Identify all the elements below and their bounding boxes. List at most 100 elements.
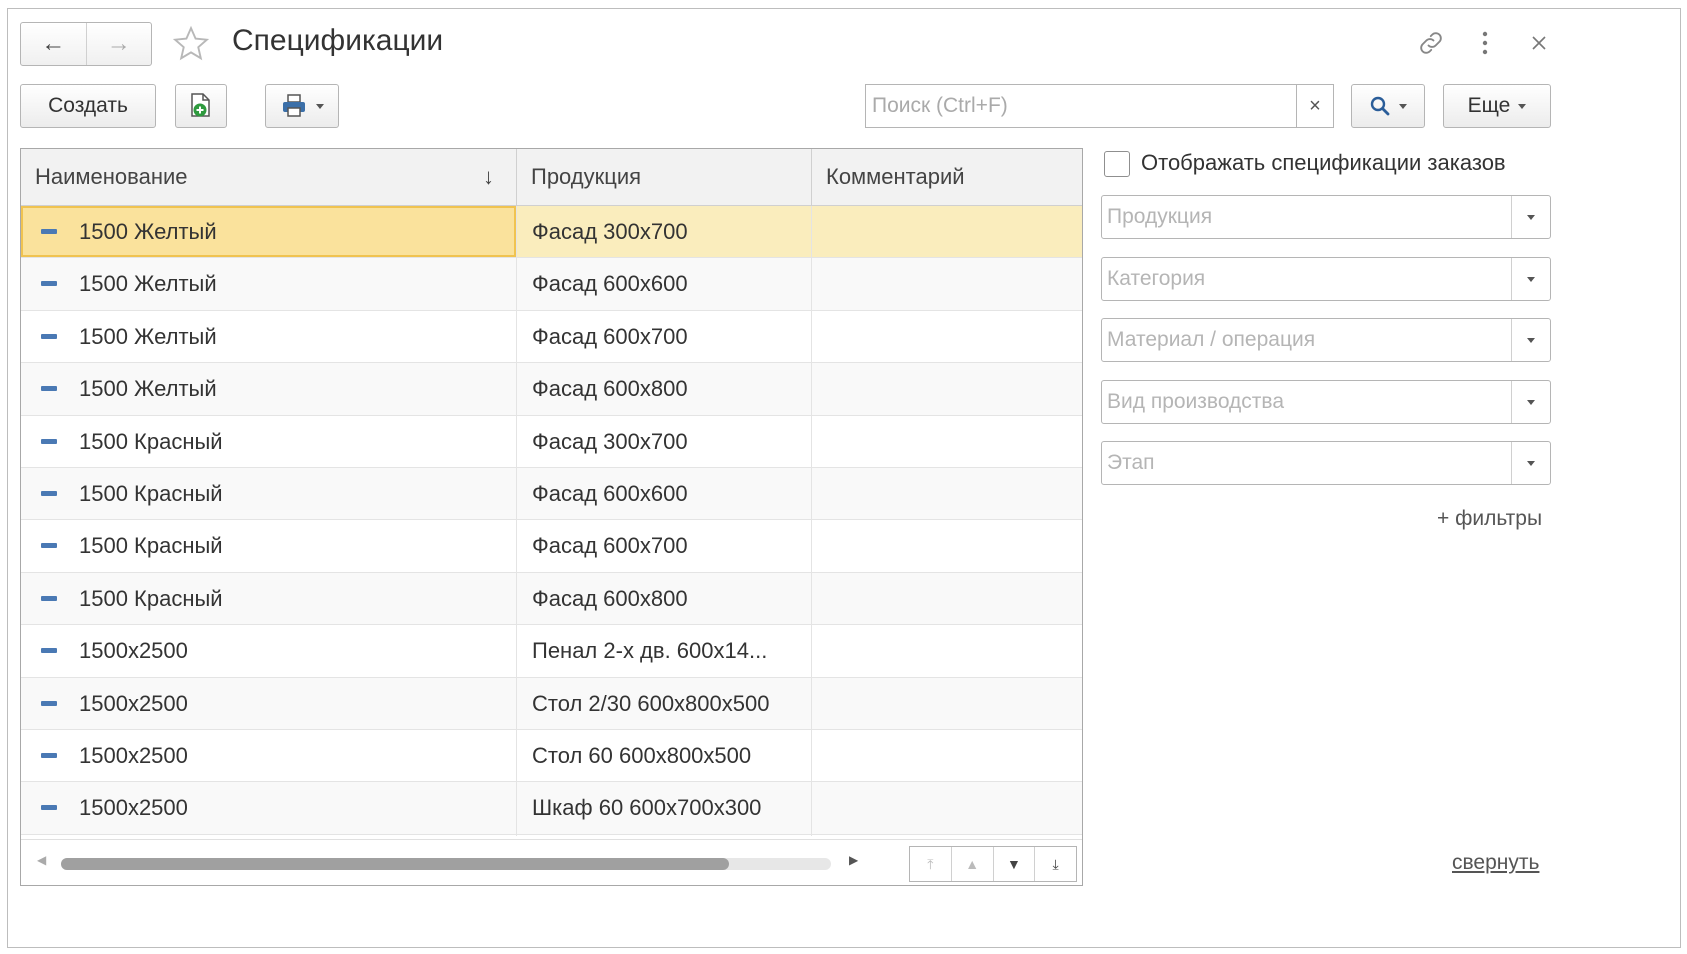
back-button[interactable]: ← (21, 23, 86, 65)
cell-name: 1500 Желтый (79, 323, 217, 349)
filter-stage-field[interactable]: Этап (1101, 441, 1551, 485)
row-marker-icon (41, 491, 57, 496)
cell-name: 1500 Желтый (79, 271, 217, 297)
table-row[interactable]: 1500x2500 Стол 60 600x800x500 (21, 730, 1082, 783)
filter-placeholder: Вид производства (1107, 390, 1285, 413)
cell-name: 1500x2500 (79, 743, 188, 768)
create-button[interactable]: Создать (20, 84, 156, 128)
more-button-label: Еще (1467, 94, 1511, 117)
filter-placeholder: Категория (1107, 267, 1206, 290)
cell-product: Стол 2/30 600x800x500 (532, 690, 770, 716)
close-icon[interactable] (1530, 34, 1548, 52)
create-button-label: Создать (48, 94, 128, 117)
dropdown-caret-icon (1518, 103, 1527, 109)
cell-name: 1500 Красный (79, 585, 223, 611)
row-marker-icon (41, 229, 57, 234)
cell-name: 1500 Желтый (79, 219, 217, 244)
show-order-specs-checkbox[interactable] (1104, 151, 1130, 177)
sort-descending-icon: ↓ (483, 164, 494, 189)
scroll-right-icon[interactable]: ▶ (849, 853, 858, 867)
table-header: Наименование ↓ Продукция Комментарий (21, 149, 1082, 206)
dropdown-button[interactable] (1511, 319, 1550, 361)
dropdown-button[interactable] (1511, 258, 1550, 300)
more-vertical-icon[interactable] (1475, 30, 1495, 56)
forward-button[interactable]: → (85, 23, 152, 65)
page-up-icon[interactable]: ▲ (952, 847, 994, 881)
column-divider (811, 206, 812, 836)
table-row[interactable]: 1500 Желтый Фасад 600x600 (21, 258, 1082, 311)
dropdown-button[interactable] (1511, 381, 1550, 423)
table-row[interactable]: 1500 Желтый Фасад 600x800 (21, 363, 1082, 416)
cell-product: Фасад 600x700 (532, 323, 688, 349)
chevron-down-icon (1527, 399, 1535, 405)
cell-product: Стол 60 600x800x500 (532, 743, 752, 768)
arrow-right-icon: → (106, 30, 131, 57)
table-row[interactable]: 1500x2500 Шкаф 60 600x700x300 (21, 782, 1082, 835)
collapse-panel-link[interactable]: свернуть (1452, 851, 1539, 875)
add-filters-link[interactable]: + фильтры (1437, 507, 1542, 531)
search-clear-button[interactable]: × (1296, 84, 1334, 128)
cell-product: Фасад 600x800 (532, 376, 688, 402)
row-marker-icon (41, 753, 57, 758)
first-page-icon[interactable]: ⤒ (910, 847, 952, 881)
table-row[interactable]: 1500 Красный Фасад 300x700 (21, 416, 1082, 468)
table-row[interactable]: 1500 Красный Фасад 600x800 (21, 572, 1082, 626)
last-page-icon[interactable]: ⤓ (1035, 847, 1076, 881)
table-row[interactable]: 1500x2500 Стол 2/30 600x800x500 (21, 677, 1082, 730)
print-button[interactable] (265, 84, 339, 128)
new-document-icon (191, 93, 210, 117)
cell-name: 1500x2500 (79, 795, 188, 821)
row-marker-icon (41, 648, 57, 654)
cell-name: 1500 Красный (79, 428, 223, 454)
search-options-button[interactable] (1351, 84, 1425, 128)
dropdown-button[interactable] (1511, 196, 1550, 238)
page-title: Спецификации (232, 24, 444, 57)
cell-product: Фасад 600x600 (532, 271, 688, 297)
cell-product: Фасад 600x800 (532, 585, 688, 611)
cell-name: 1500 Красный (79, 481, 223, 506)
copy-create-button[interactable] (175, 84, 227, 128)
table-row[interactable]: 1500 Красный Фасад 600x600 (21, 468, 1082, 521)
row-marker-icon (41, 438, 57, 444)
scroll-thumb[interactable] (61, 858, 729, 870)
filter-placeholder: Этап (1107, 451, 1155, 474)
page-down-icon[interactable]: ▼ (994, 847, 1036, 881)
column-header-product[interactable]: Продукция (517, 149, 812, 205)
cell-name: 1500 Красный (79, 533, 223, 559)
filter-product-field[interactable]: Продукция (1101, 195, 1551, 239)
column-header-comment[interactable]: Комментарий (812, 149, 1082, 205)
horizontal-scrollbar[interactable]: ◀ ▶ ⤒ ▲ ▼ ⤓ (21, 839, 1082, 885)
chevron-down-icon (1527, 460, 1535, 466)
filter-category-field[interactable]: Категория (1101, 257, 1551, 301)
cell-product: Пенал 2-х дв. 600x14... (532, 638, 768, 664)
chevron-down-icon (1527, 214, 1535, 220)
cell-name: 1500x2500 (79, 638, 188, 664)
show-order-specs-label: Отображать спецификации заказов (1141, 150, 1506, 175)
table-row[interactable]: 1500 Желтый Фасад 600x700 (21, 311, 1082, 364)
arrow-left-icon: ← (41, 30, 66, 57)
table-row[interactable]: 1500 Желтый Фасад 300x700 (21, 206, 1082, 259)
link-icon[interactable] (1416, 28, 1446, 58)
column-header-label: Комментарий (826, 164, 965, 189)
column-header-name[interactable]: Наименование ↓ (21, 149, 517, 205)
column-header-label: Продукция (531, 164, 642, 189)
dropdown-caret-icon (316, 103, 324, 109)
dropdown-button[interactable] (1511, 442, 1550, 484)
scroll-left-icon[interactable]: ◀ (37, 853, 46, 867)
cell-product: Фасад 600x600 (532, 481, 688, 506)
search-input[interactable]: Поиск (Ctrl+F) (865, 84, 1297, 128)
table-row[interactable]: 1500x2500 Пенал 2-х дв. 600x14... (21, 625, 1082, 678)
filter-production-type-field[interactable]: Вид производства (1101, 380, 1551, 424)
row-marker-icon (41, 700, 57, 706)
specifications-table: Наименование ↓ Продукция Комментарий 150… (20, 148, 1083, 886)
cell-product: Фасад 300x700 (532, 219, 688, 244)
column-divider (516, 206, 517, 836)
search-icon (1370, 96, 1390, 116)
filter-material-field[interactable]: Материал / операция (1101, 318, 1551, 362)
row-marker-icon (41, 543, 57, 549)
favorite-star-icon[interactable] (172, 25, 210, 63)
more-button[interactable]: Еще (1443, 84, 1551, 128)
history-nav: ← → (20, 22, 152, 66)
table-row[interactable]: 1500 Красный Фасад 600x700 (21, 520, 1082, 573)
filter-placeholder: Продукция (1107, 205, 1213, 228)
